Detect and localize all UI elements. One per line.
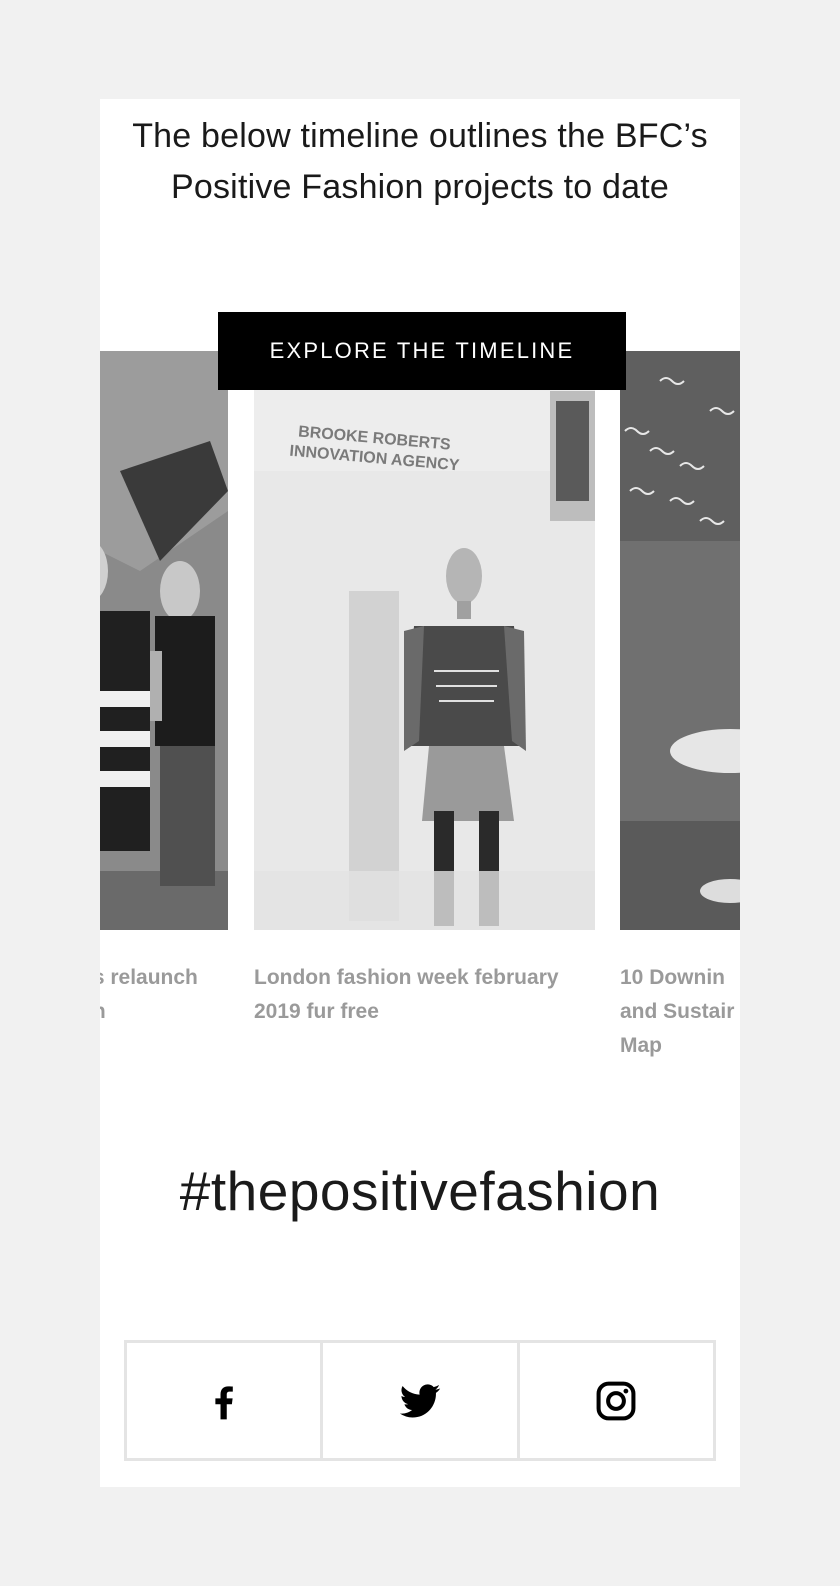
explore-timeline-button[interactable]: EXPLORE THE TIMELINE (218, 312, 626, 390)
slide-image-center[interactable]: BROOKE ROBERTS INNOVATION AGENCY (254, 351, 595, 930)
facebook-icon (215, 1385, 233, 1419)
event-photo (620, 351, 740, 930)
facebook-link[interactable] (127, 1343, 324, 1458)
social-links (124, 1340, 716, 1461)
slide-caption-left[interactable]: ns relaunch on (100, 961, 228, 1029)
twitter-link[interactable] (323, 1343, 520, 1458)
slide-caption-center[interactable]: London fashion week february 2019 fur fr… (254, 961, 595, 1029)
slide-caption-right[interactable]: 10 Downin and Sustair Map (620, 961, 740, 1063)
hashtag-heading: #thepositivefashion (179, 1160, 661, 1222)
instagram-icon (596, 1381, 636, 1420)
mannequin-photo: BROOKE ROBERTS INNOVATION AGENCY (254, 351, 595, 930)
intro-text: The below timeline outlines the BFC’s Po… (132, 117, 708, 206)
instagram-link[interactable] (520, 1343, 713, 1458)
award-photo (100, 351, 228, 930)
content-card: The below timeline outlines the BFC’s Po… (100, 99, 740, 1487)
twitter-icon (399, 1383, 441, 1417)
slide-image-right[interactable] (620, 351, 740, 930)
slide-image-left[interactable] (100, 351, 228, 930)
